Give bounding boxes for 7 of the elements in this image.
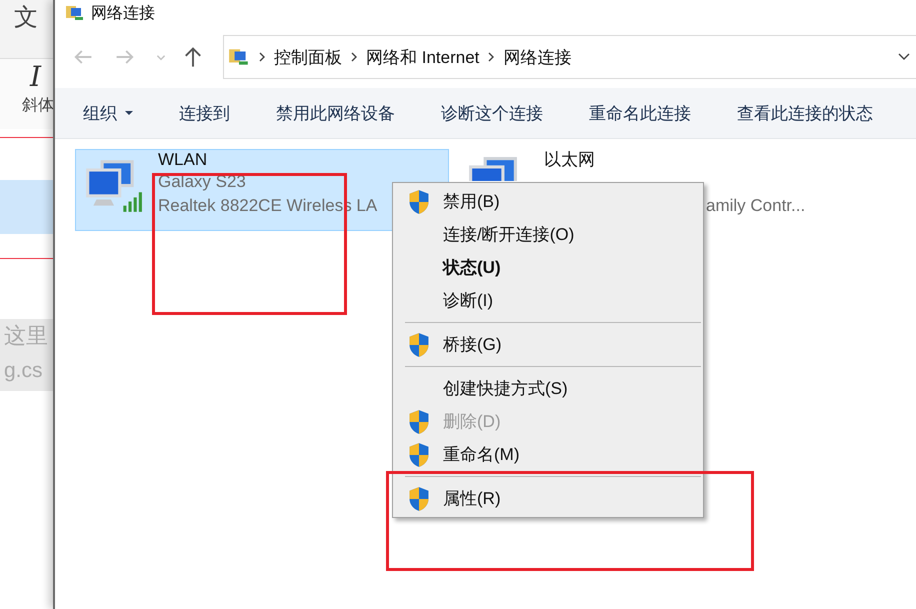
window-title: 网络连接 [91, 4, 155, 24]
document-title: 文 [0, 0, 53, 59]
adapter-name: amily Contr... [705, 195, 806, 217]
url-text: g.cs [4, 358, 44, 384]
placeholder-text: 这里 [4, 322, 49, 350]
connection-name: WLAN [158, 150, 208, 170]
connection-name: 以太网 [544, 150, 596, 170]
